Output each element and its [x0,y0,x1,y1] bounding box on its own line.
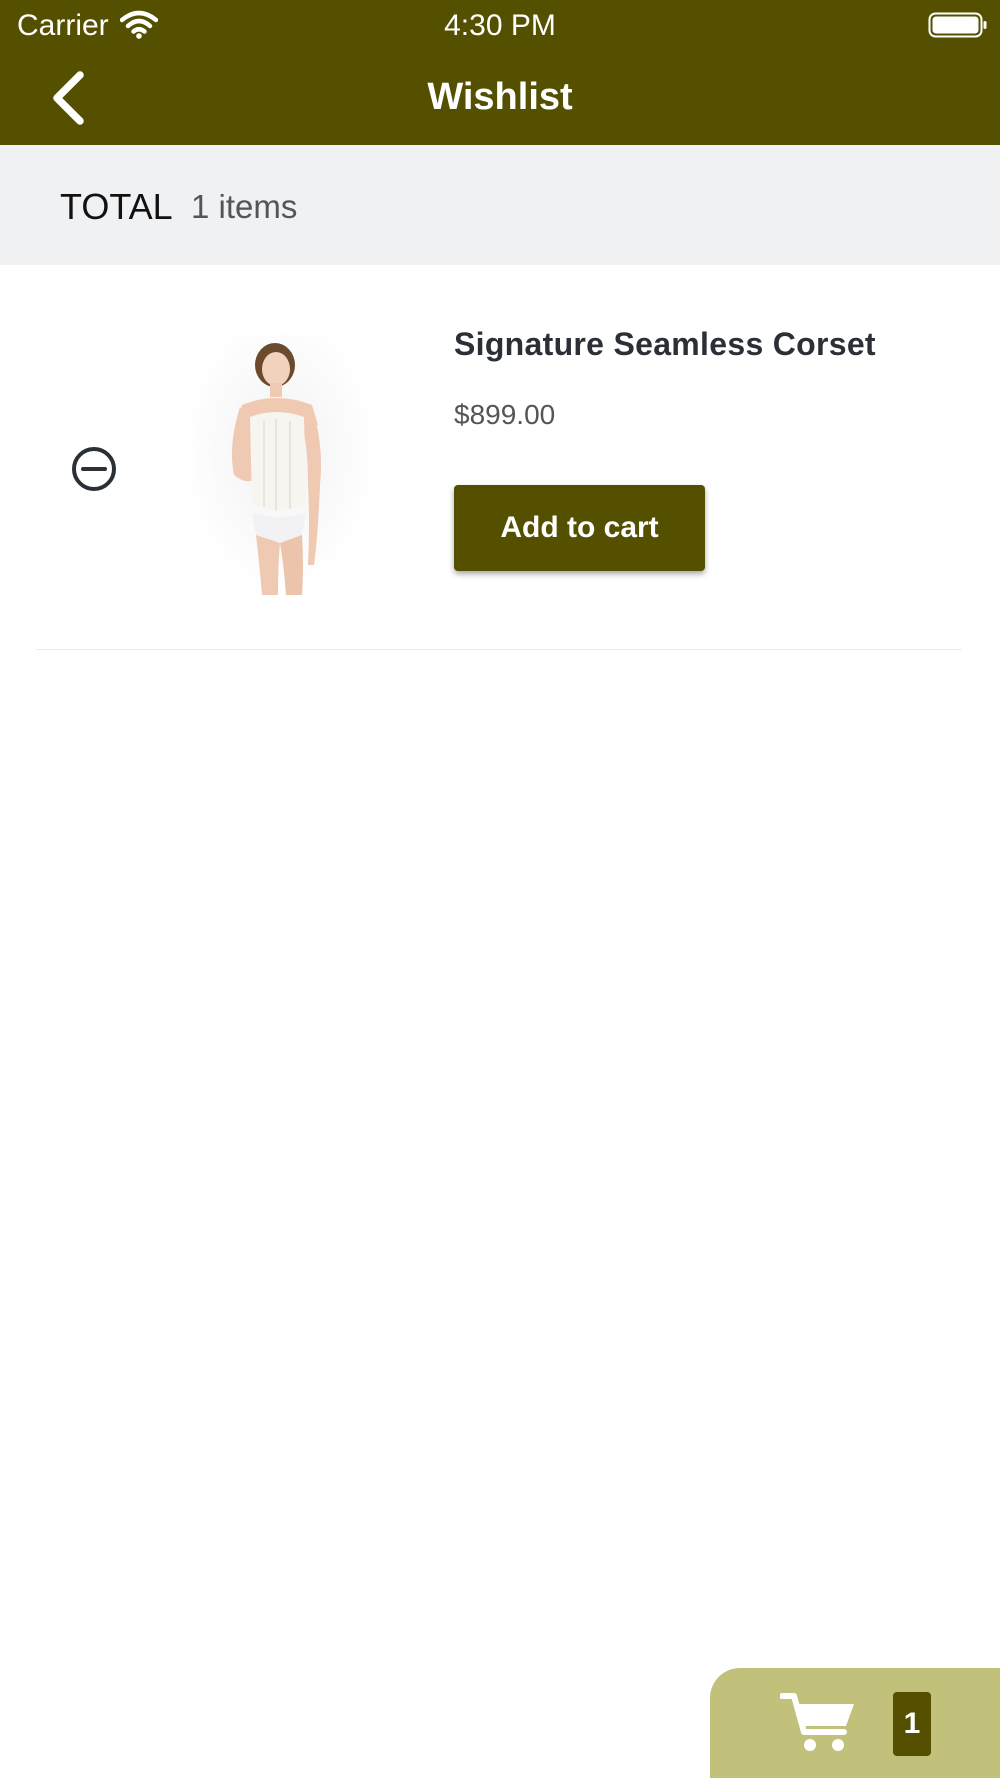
minus-circle-icon [72,447,116,491]
add-to-cart-button[interactable]: Add to cart [454,485,705,571]
product-name[interactable]: Signature Seamless Corset [454,323,876,365]
remove-item-button[interactable] [70,445,118,493]
wishlist-item: Signature Seamless Corset $899.00 Add to… [0,265,1000,650]
app-header: Carrier 4:30 PM Wishlist [0,0,1000,145]
item-divider [36,649,962,650]
product-price: $899.00 [454,399,556,430]
battery-full-icon [928,12,987,38]
cart-count-badge: 1 [893,1692,931,1756]
cart-button[interactable]: 1 [710,1668,1000,1778]
total-label: TOTAL [60,186,173,227]
product-image-corset[interactable] [190,335,370,595]
cart-icon [780,1693,854,1751]
wishlist-summary: TOTAL 1 items [0,145,1000,265]
page-title: Wishlist [427,76,573,118]
items-count: 1 items [191,188,298,225]
status-time: 4:30 PM [444,9,556,42]
